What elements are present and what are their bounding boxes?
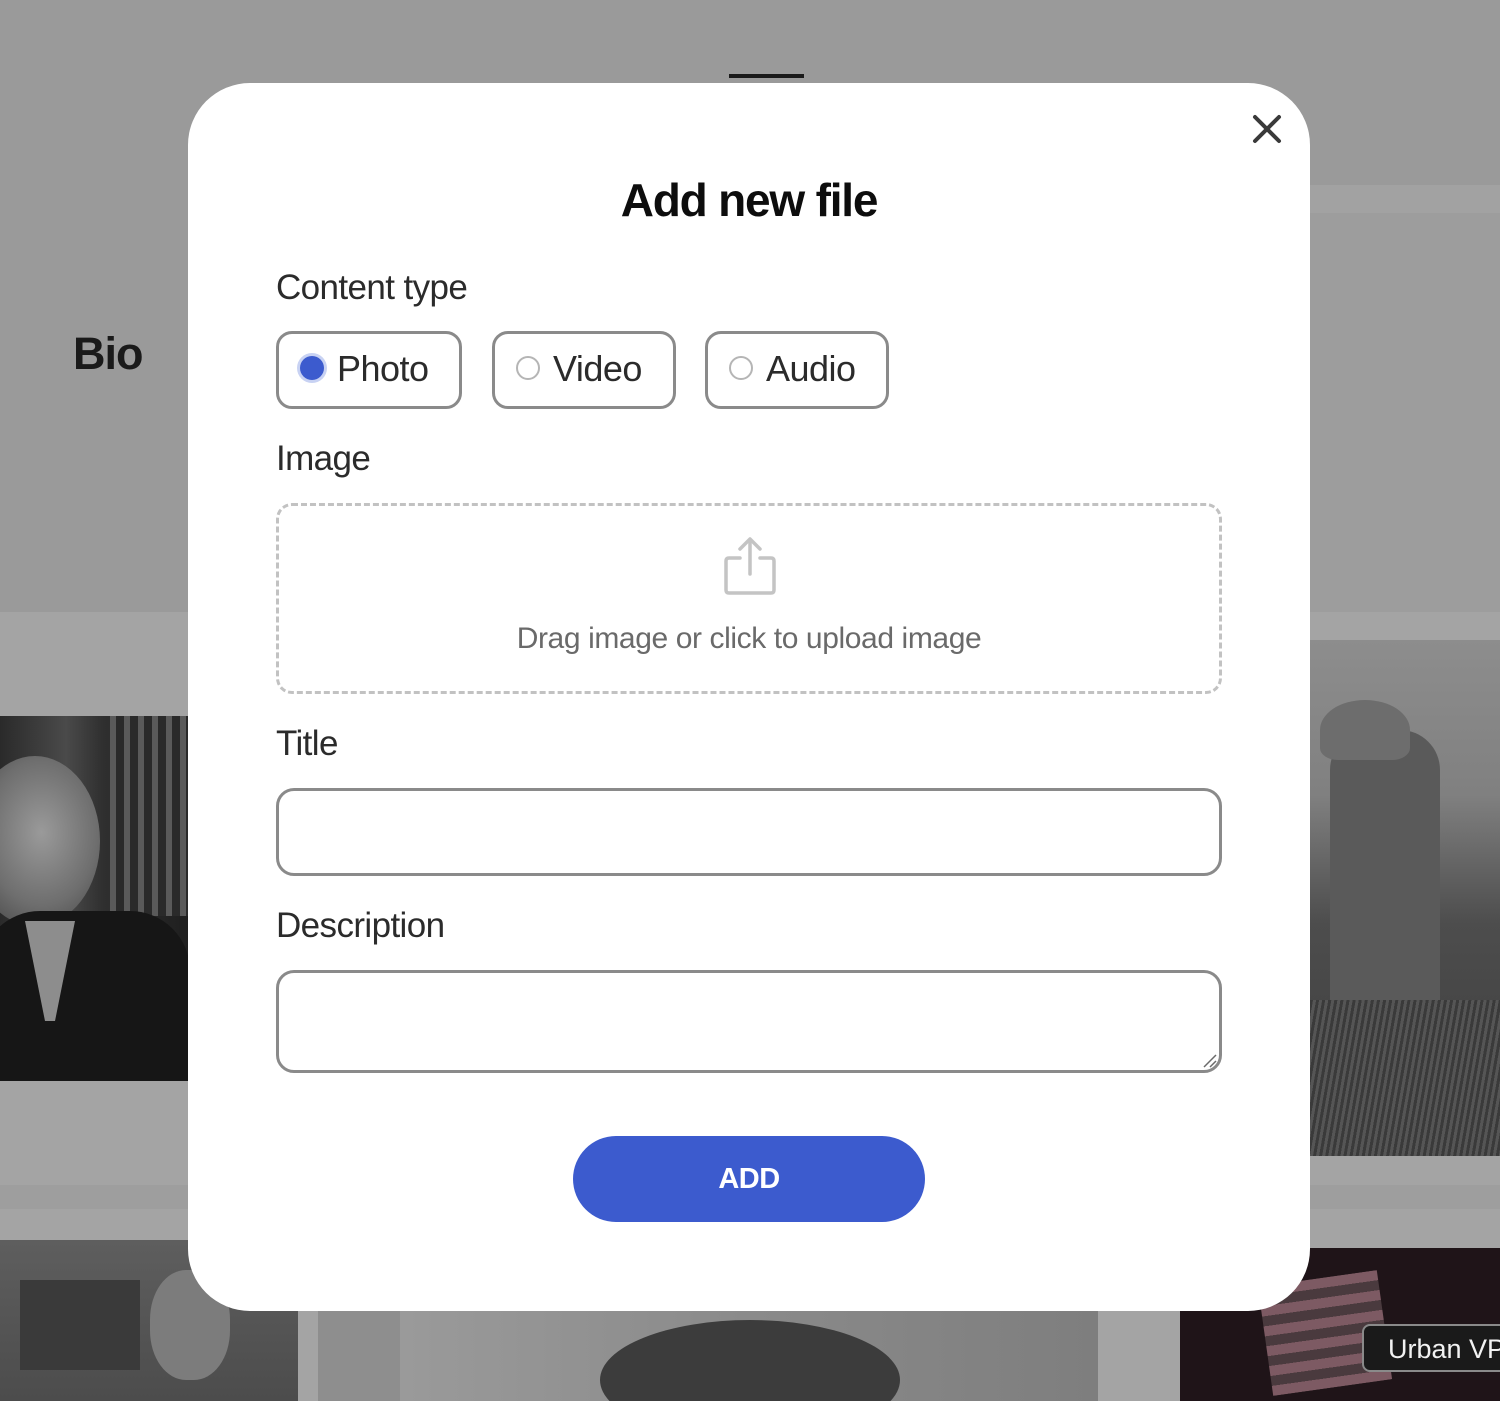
close-icon [1253, 115, 1281, 143]
background-strip [1310, 185, 1500, 213]
content-type-audio-label: Audio [766, 348, 856, 389]
gallery-photo-field[interactable] [1310, 640, 1500, 1156]
radio-unchecked-icon[interactable] [516, 356, 540, 380]
radio-unchecked-icon[interactable] [729, 356, 753, 380]
background-panel [1310, 213, 1500, 613]
photo-caption-tag: Urban VP [1362, 1324, 1500, 1372]
radio-checked-icon[interactable] [300, 356, 324, 380]
resize-handle-icon[interactable] [1202, 1053, 1218, 1069]
gallery-photo-strip[interactable] [318, 1310, 400, 1401]
add-button[interactable]: ADD [573, 1136, 925, 1222]
active-tab-indicator [729, 74, 804, 78]
modal-title: Add new file [620, 174, 879, 226]
description-label: Description [276, 906, 445, 945]
gallery-photo-portrait[interactable] [0, 716, 188, 1081]
content-type-video-label: Video [553, 348, 642, 389]
add-file-modal: Add new file Content type Photo Video Au… [188, 83, 1310, 1311]
image-label: Image [276, 439, 371, 478]
title-label: Title [276, 724, 338, 763]
close-button[interactable] [1249, 111, 1285, 147]
content-type-audio-option[interactable]: Audio [705, 331, 889, 409]
content-type-video-option[interactable]: Video [492, 331, 676, 409]
image-dropzone[interactable]: Drag image or click to upload image [276, 503, 1222, 694]
upload-icon [723, 536, 777, 596]
section-heading-bio: Bio [73, 328, 143, 379]
gallery-photo-closeup[interactable] [400, 1310, 1098, 1401]
dropzone-instructions: Drag image or click to upload image [516, 622, 982, 655]
content-type-label: Content type [276, 268, 468, 307]
content-type-photo-label: Photo [337, 348, 429, 389]
title-input[interactable] [276, 788, 1222, 876]
content-type-photo-option[interactable]: Photo [276, 331, 462, 409]
description-textarea[interactable] [276, 970, 1222, 1073]
